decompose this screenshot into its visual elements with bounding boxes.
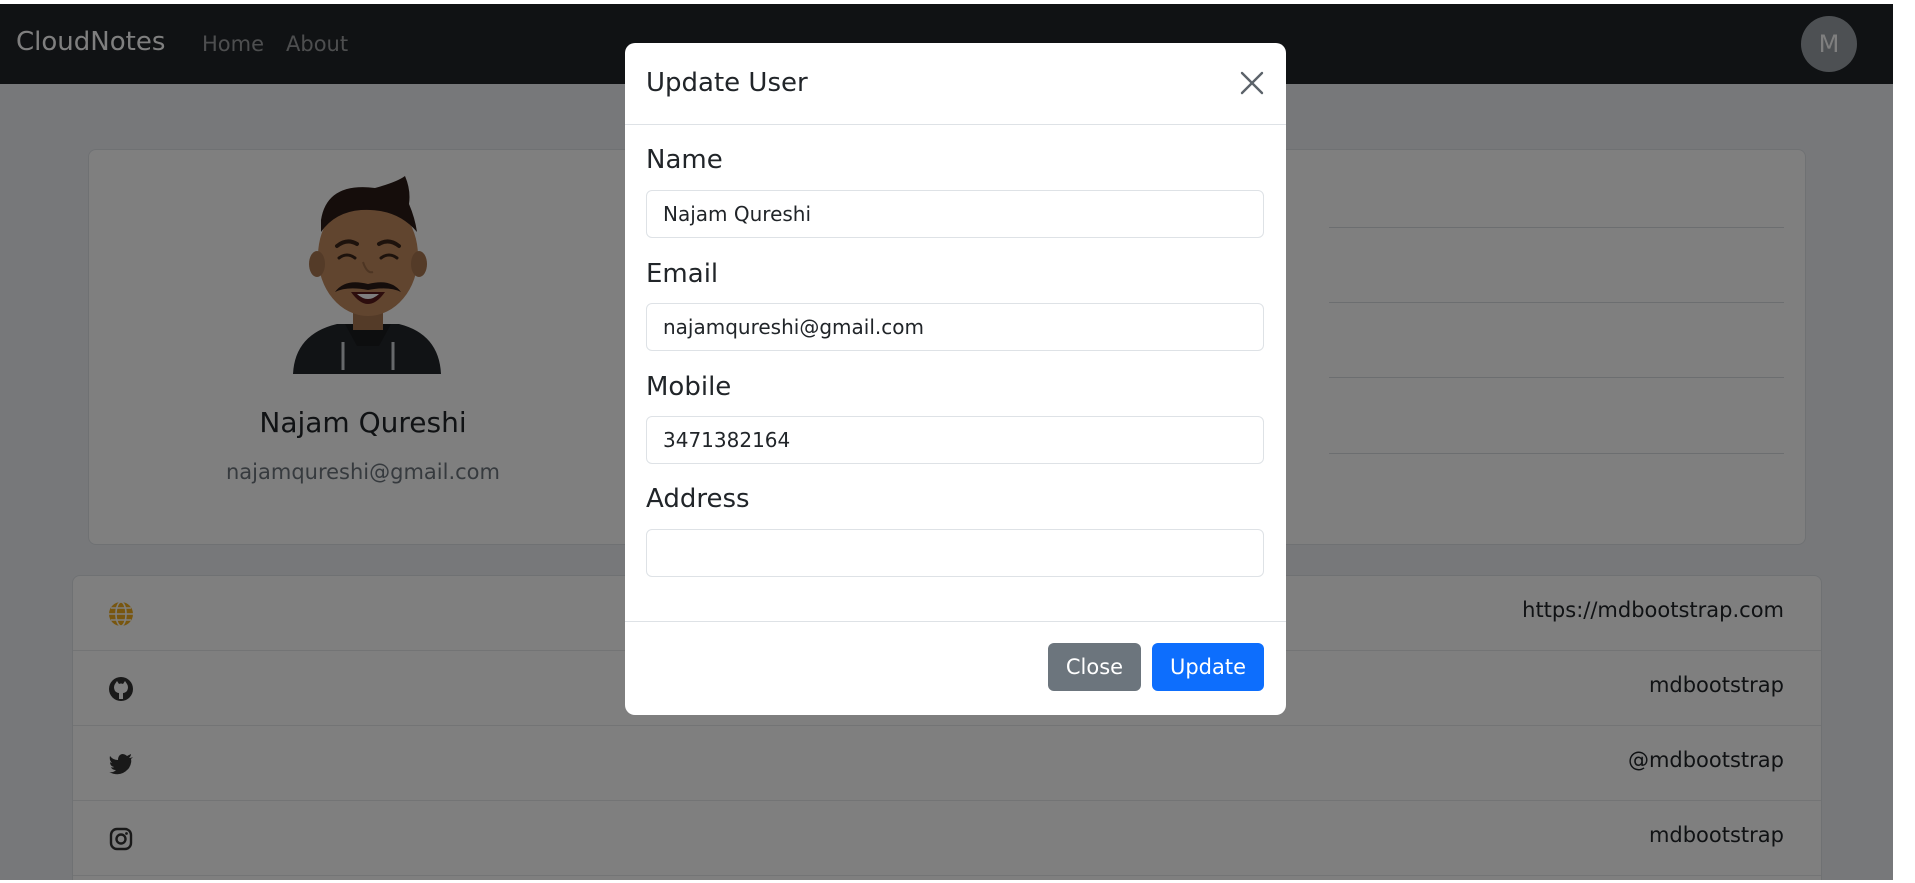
mobile-label: Mobile [646,372,732,402]
close-button[interactable]: Close [1048,643,1141,691]
email-field[interactable] [646,303,1264,351]
update-user-modal: Update User Name Email Mobile Address Cl… [625,43,1286,715]
address-field[interactable] [646,529,1264,577]
mobile-field[interactable] [646,416,1264,464]
modal-header: Update User [625,43,1286,125]
address-label: Address [646,484,750,514]
email-label: Email [646,259,719,289]
modal-title: Update User [646,68,808,98]
name-label: Name [646,145,723,175]
update-button[interactable]: Update [1152,643,1264,691]
close-icon[interactable] [1238,69,1266,97]
scrollbar[interactable] [1893,0,1915,883]
name-field[interactable] [646,190,1264,238]
modal-footer: Close Update [625,621,1286,715]
